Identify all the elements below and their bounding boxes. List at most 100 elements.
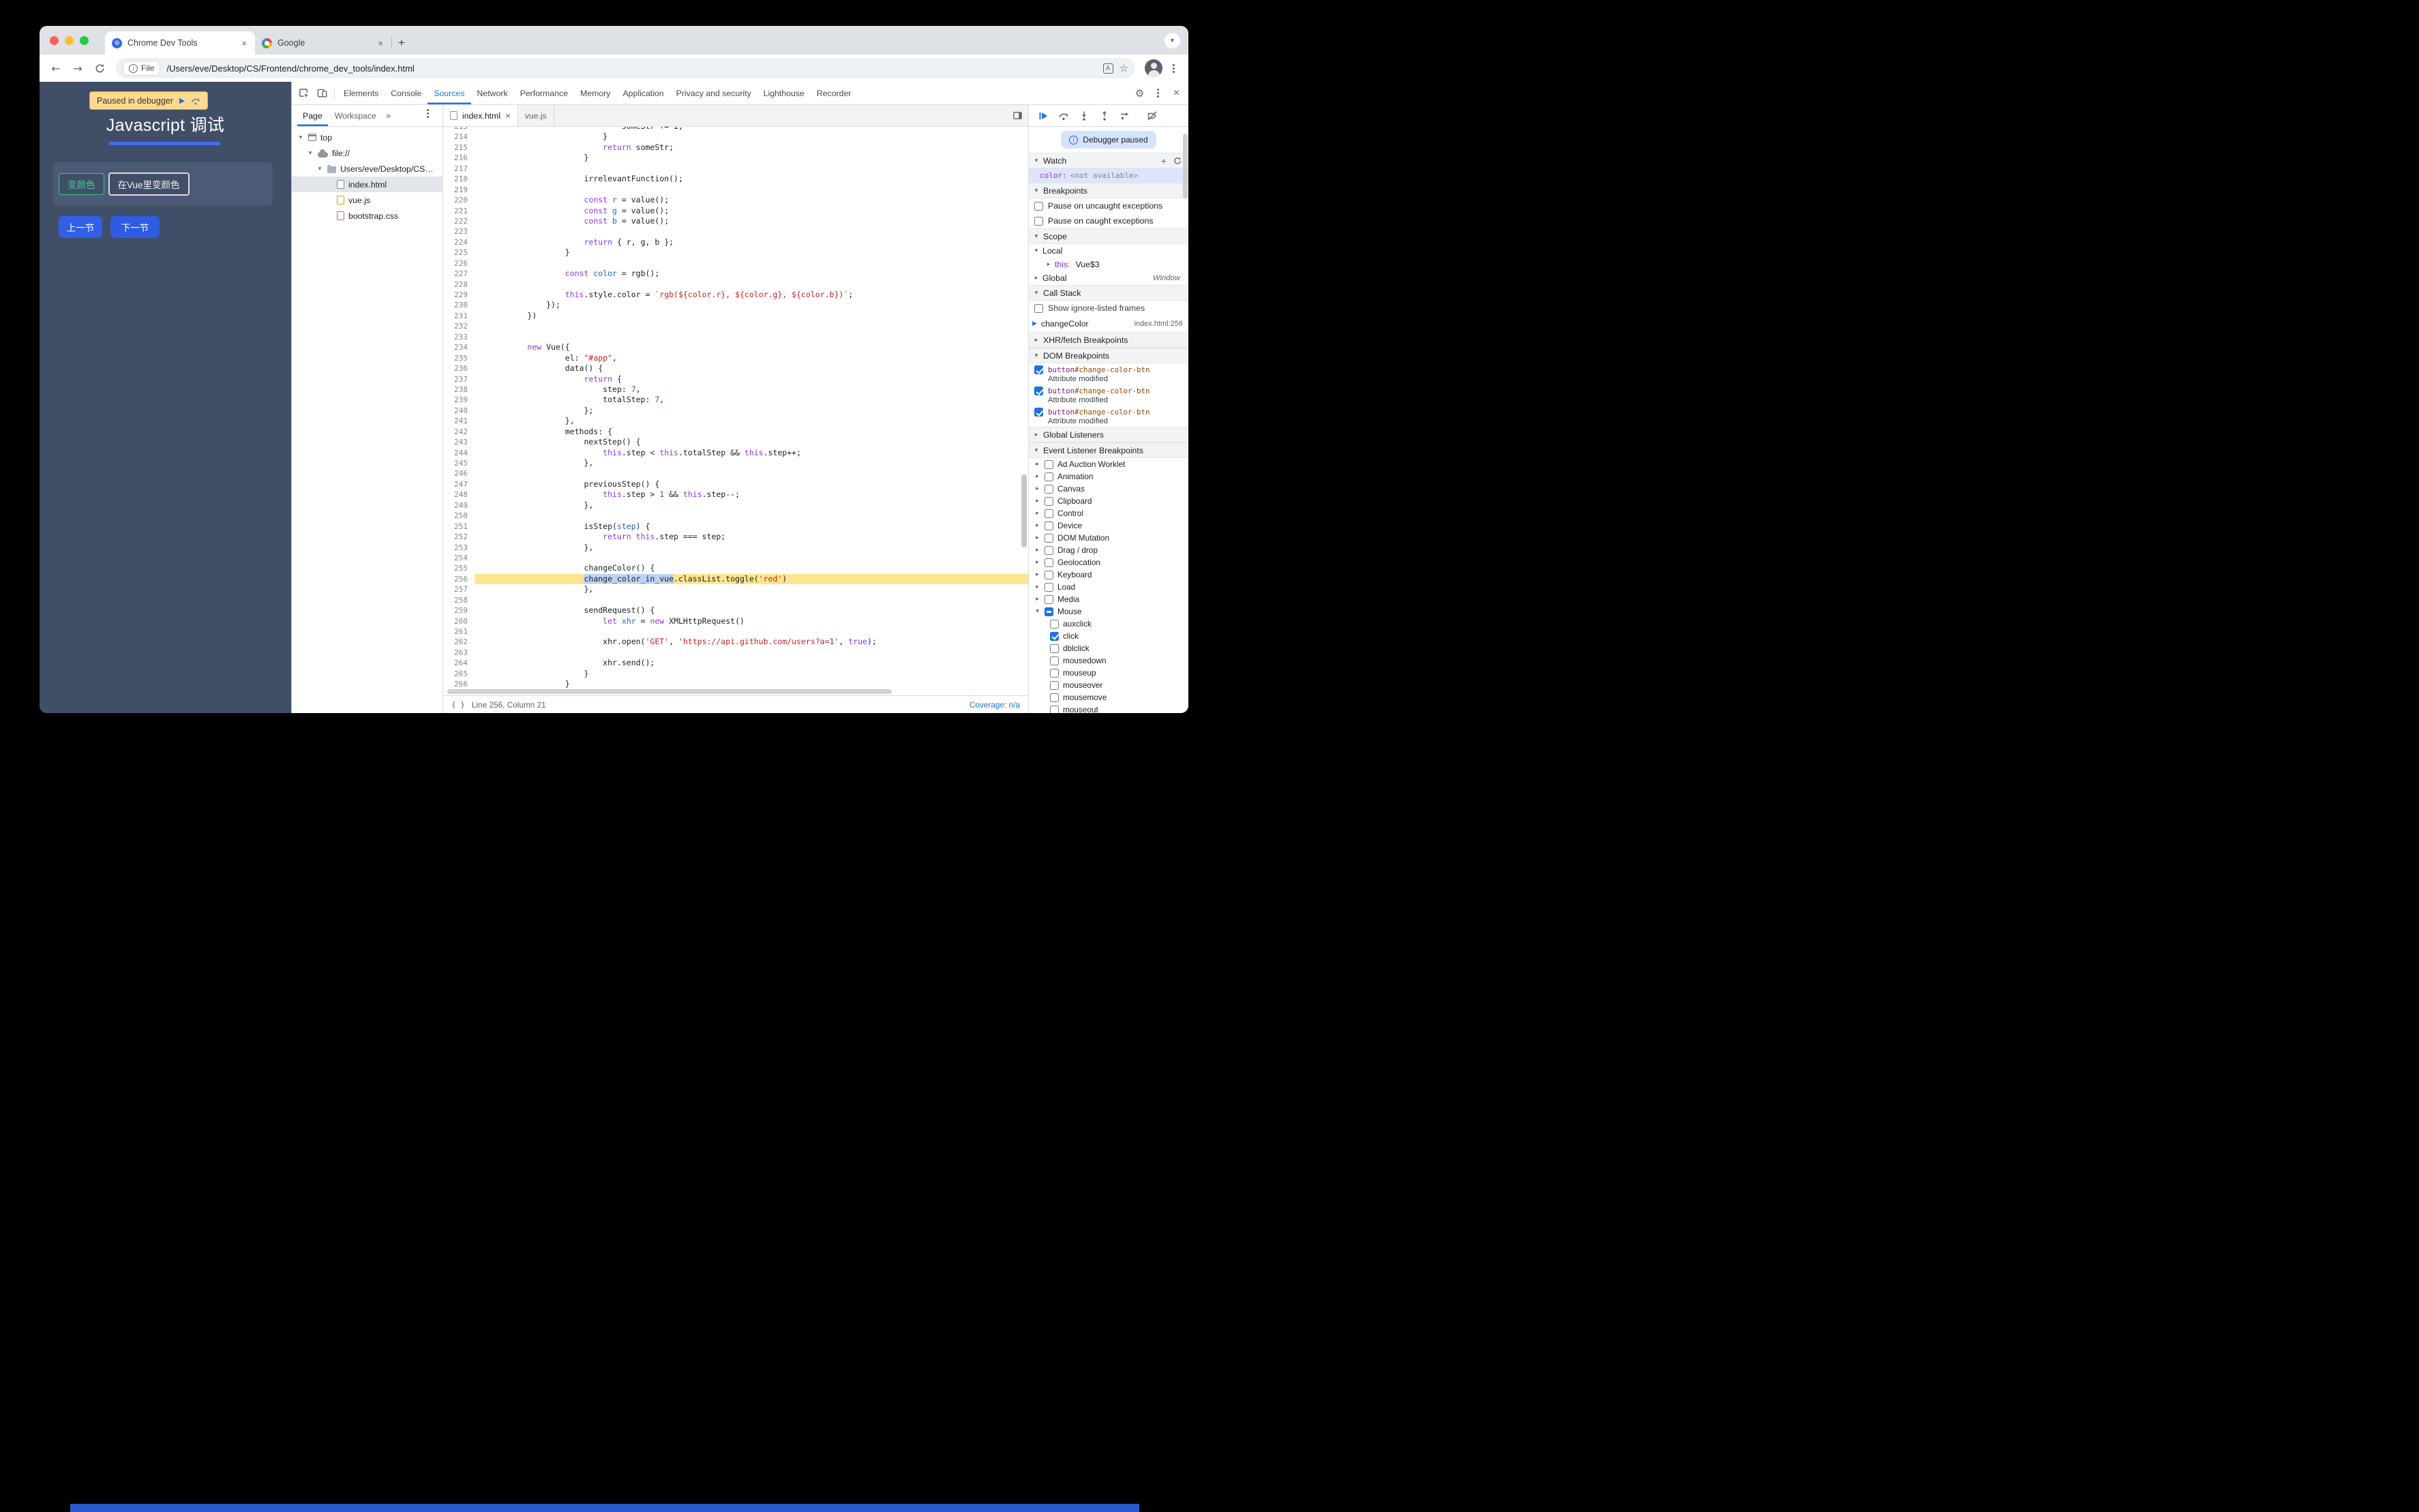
chevron-expanded-icon[interactable]: ▾ xyxy=(1033,247,1040,254)
listener-event-mouseover[interactable]: mouseover xyxy=(1029,679,1188,691)
resume-script-icon[interactable] xyxy=(1037,110,1049,121)
more-tabs-icon[interactable]: » xyxy=(383,105,393,126)
line-number[interactable]: 244 xyxy=(443,447,475,458)
editor-tab-close-icon[interactable]: × xyxy=(505,110,511,121)
line-number[interactable]: 265 xyxy=(443,668,475,680)
checkbox[interactable] xyxy=(1034,201,1043,211)
chevron-expanded-icon[interactable]: ▾ xyxy=(1033,157,1040,164)
event-listener-breakpoints-section-header[interactable]: ▾ Event Listener Breakpoints xyxy=(1029,442,1188,458)
chevron-collapsed-icon[interactable]: ▸ xyxy=(1034,498,1040,504)
line-number[interactable]: 261 xyxy=(443,626,475,637)
code-text[interactable]: } xyxy=(475,669,1028,679)
checkbox[interactable] xyxy=(1045,570,1053,579)
checkbox[interactable] xyxy=(1045,533,1053,543)
code-text[interactable] xyxy=(475,553,1028,563)
chevron-collapsed-icon[interactable]: ▸ xyxy=(1033,275,1040,282)
line-number[interactable]: 220 xyxy=(443,195,475,206)
devtools-close-icon[interactable]: × xyxy=(1167,87,1186,100)
listener-event-auxclick[interactable]: auxclick xyxy=(1029,618,1188,630)
listener-event-click[interactable]: click xyxy=(1029,630,1188,642)
dom-breakpoints-section-header[interactable]: ▾ DOM Breakpoints xyxy=(1029,348,1188,363)
line-number[interactable]: 221 xyxy=(443,205,475,216)
device-toolbar-icon[interactable] xyxy=(313,82,331,104)
back-button[interactable]: ← xyxy=(46,59,65,78)
browser-menu-icon[interactable] xyxy=(1165,60,1182,76)
code-text[interactable]: nextStep() { xyxy=(475,437,1028,447)
chevron-collapsed-icon[interactable]: ▸ xyxy=(1034,485,1040,492)
checkbox-checked[interactable] xyxy=(1034,408,1043,417)
code-text[interactable]: return this.step === step; xyxy=(475,532,1028,542)
bookmark-star-icon[interactable]: ☆ xyxy=(1120,62,1128,74)
banner-step-over-icon[interactable] xyxy=(191,96,200,106)
checkbox[interactable] xyxy=(1045,558,1053,567)
line-number[interactable]: 242 xyxy=(443,426,475,438)
breakpoints-section-header[interactable]: ▾ Breakpoints xyxy=(1029,183,1188,198)
frame-location[interactable]: index.html:256 xyxy=(1134,320,1183,328)
line-number[interactable]: 224 xyxy=(443,237,475,248)
line-number[interactable]: 214 xyxy=(443,132,475,142)
listener-category-keyboard[interactable]: ▸ Keyboard xyxy=(1029,569,1188,581)
chevron-collapsed-icon[interactable]: ▸ xyxy=(1033,337,1040,344)
navigator-tab-workspace[interactable]: Workspace xyxy=(329,105,382,126)
checkbox[interactable] xyxy=(1045,472,1053,481)
code-text[interactable] xyxy=(475,648,1028,658)
code-text[interactable]: this.step < this.totalStep && this.step+… xyxy=(475,448,1028,458)
line-number[interactable]: 237 xyxy=(443,374,475,384)
line-number[interactable]: 255 xyxy=(443,563,475,574)
listener-category-canvas[interactable]: ▸ Canvas xyxy=(1029,483,1188,495)
listener-event-dblclick[interactable]: dblclick xyxy=(1029,642,1188,654)
checkbox[interactable] xyxy=(1050,631,1059,641)
chevron-collapsed-icon[interactable]: ▸ xyxy=(1034,461,1040,468)
code-text[interactable]: irrelevantFunction(); xyxy=(475,174,1028,184)
line-number[interactable]: 231 xyxy=(443,310,475,322)
devtools-tab-console[interactable]: Console xyxy=(385,82,427,104)
code-text[interactable] xyxy=(475,511,1028,521)
line-number[interactable]: 260 xyxy=(443,616,475,626)
browser-tab-google[interactable]: Google × xyxy=(255,31,391,55)
code-text[interactable]: return someStr; xyxy=(475,142,1028,153)
watch-section-header[interactable]: ▾ Watch + xyxy=(1029,153,1188,168)
line-number[interactable]: 218 xyxy=(443,174,475,185)
line-number[interactable]: 250 xyxy=(443,511,475,521)
tab-search-button[interactable]: ▾ xyxy=(1165,33,1180,48)
listener-event-mousedown[interactable]: mousedown xyxy=(1029,654,1188,667)
scrollbar-thumb[interactable] xyxy=(447,689,892,694)
code-text[interactable]: methods: { xyxy=(475,427,1028,437)
code-text[interactable]: totalStep: 7, xyxy=(475,395,1028,405)
devtools-tab-privacy-and-security[interactable]: Privacy and security xyxy=(670,82,757,104)
checkbox[interactable] xyxy=(1034,216,1043,226)
step-into-icon[interactable] xyxy=(1078,110,1090,121)
checkbox[interactable] xyxy=(1050,693,1059,702)
code-text[interactable] xyxy=(475,185,1028,195)
code-text[interactable] xyxy=(475,164,1028,174)
checkbox[interactable] xyxy=(1045,594,1053,604)
chevron-collapsed-icon[interactable]: ▸ xyxy=(1034,522,1040,529)
code-text[interactable] xyxy=(475,468,1028,479)
code-text[interactable]: step: 7, xyxy=(475,384,1028,395)
devtools-tab-memory[interactable]: Memory xyxy=(574,82,616,104)
chevron-collapsed-icon[interactable]: ▸ xyxy=(1034,596,1040,603)
code-text[interactable] xyxy=(475,321,1028,331)
navigator-tab-page[interactable]: Page xyxy=(297,105,328,126)
code-text[interactable]: this.step > 1 && this.step--; xyxy=(475,489,1028,500)
inspect-element-icon[interactable] xyxy=(295,82,313,104)
checkbox[interactable] xyxy=(1034,303,1043,313)
code-text[interactable] xyxy=(475,595,1028,605)
disclosure-icon[interactable]: ▾ xyxy=(297,134,304,141)
previous-section-button[interactable]: 上一节 xyxy=(59,216,102,238)
disclosure-icon[interactable]: ▾ xyxy=(307,150,314,157)
line-number[interactable]: 257 xyxy=(443,584,475,595)
checkbox-checked[interactable] xyxy=(1034,387,1043,395)
line-number[interactable]: 236 xyxy=(443,363,475,374)
code-text[interactable]: const r = value(); xyxy=(475,195,1028,205)
translate-icon[interactable]: A xyxy=(1102,63,1113,74)
line-number[interactable]: 223 xyxy=(443,226,475,237)
chevron-collapsed-icon[interactable]: ▸ xyxy=(1034,534,1040,541)
editor-horizontal-scrollbar[interactable] xyxy=(443,688,1028,695)
code-text[interactable]: el: "#app", xyxy=(475,353,1028,363)
pause-uncaught-row[interactable]: Pause on uncaught exceptions xyxy=(1029,198,1188,213)
code-text[interactable]: const g = value(); xyxy=(475,206,1028,216)
chevron-expanded-icon[interactable]: ▾ xyxy=(1033,352,1040,359)
devtools-tab-performance[interactable]: Performance xyxy=(514,82,574,104)
devtools-tab-application[interactable]: Application xyxy=(616,82,670,104)
